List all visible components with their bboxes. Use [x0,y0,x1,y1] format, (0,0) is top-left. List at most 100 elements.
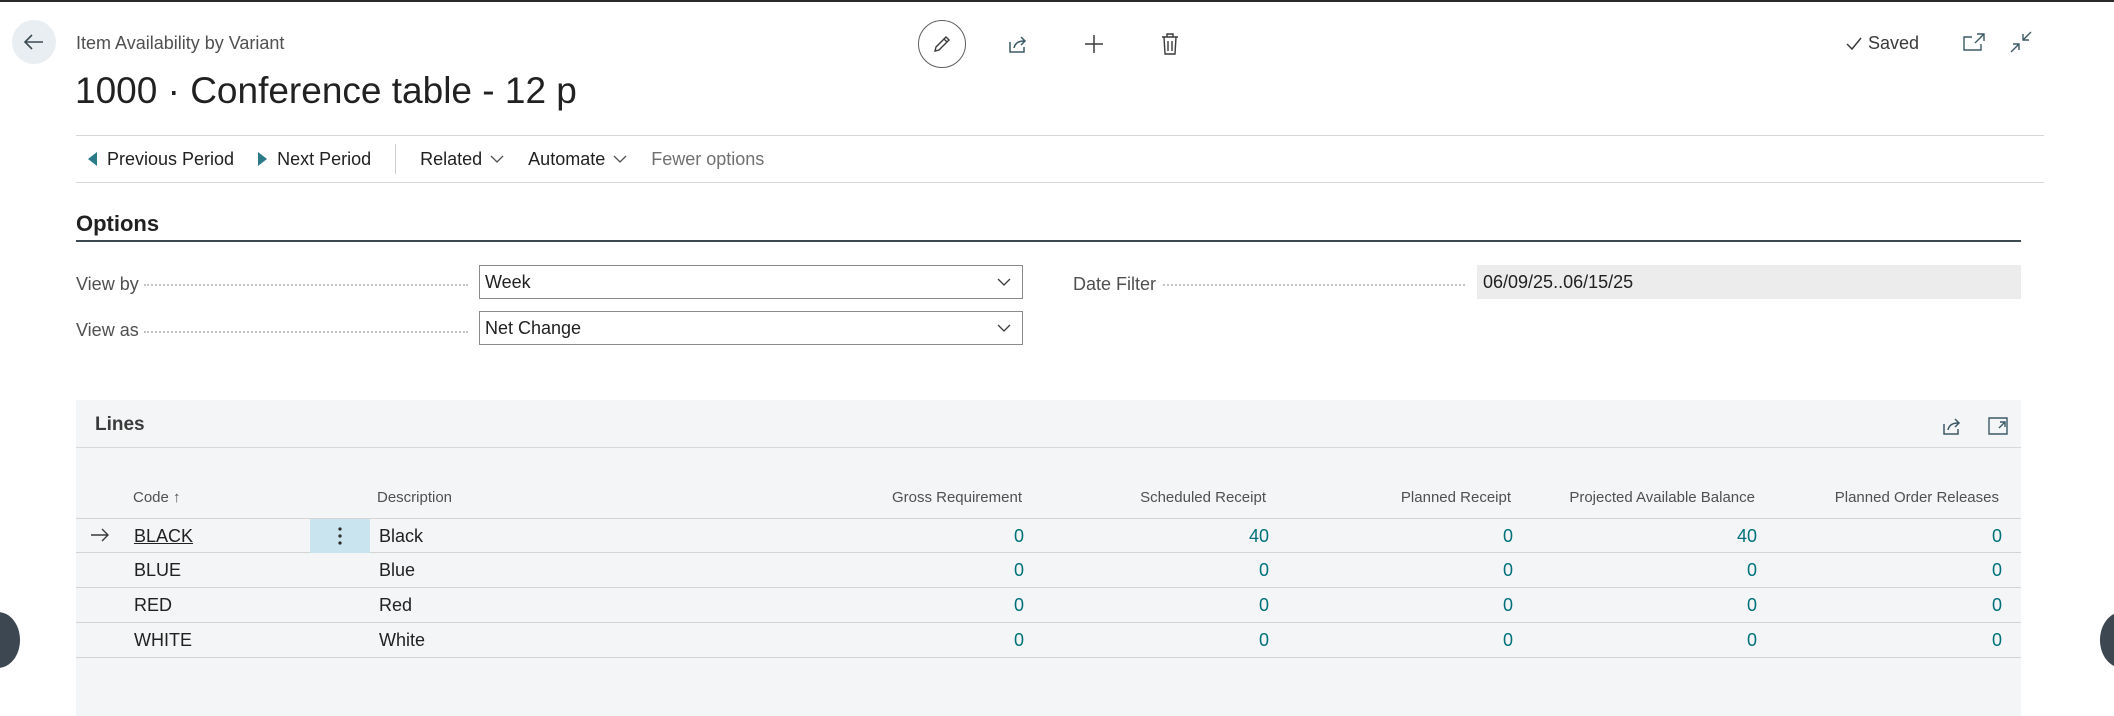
code-cell[interactable]: BLUE [134,560,181,581]
column-header-code-label: Code [133,489,169,506]
automate-menu[interactable]: Automate [516,136,639,182]
row-menu-button[interactable] [310,519,370,553]
action-bar: Previous Period Next Period Related Auto… [76,135,2044,183]
scheduled-receipt-cell[interactable]: 40 [1089,526,1269,547]
open-in-new-window-icon [1963,33,1985,51]
planned-order-releases-cell[interactable]: 0 [1822,595,2002,616]
column-header-description[interactable]: Description [377,489,452,506]
arrow-right-icon [91,528,109,542]
lines-share-button[interactable] [1938,412,1966,440]
description-cell: Black [379,526,424,546]
view-by-select[interactable]: Week [479,265,1023,299]
chevron-down-icon [490,155,504,163]
options-heading: Options [76,211,160,236]
next-period-button[interactable]: Next Period [246,136,383,182]
more-vertical-icon [338,527,342,545]
lines-divider [76,447,2021,448]
description-cell: White [379,630,426,650]
page-title: 1000 · Conference table - 12 p [75,70,577,111]
date-filter-label: Date Filter [1073,274,1157,294]
table-row[interactable]: BLACK Black 0 40 0 40 0 [76,518,2021,553]
options-divider [76,240,2021,242]
previous-period-button[interactable]: Previous Period [76,136,246,182]
view-as-value: Net Change [485,317,582,338]
table-row[interactable]: BLUE Blue 0 0 0 0 0 [76,553,2021,588]
projected-available-balance-cell[interactable]: 40 [1577,526,1757,547]
header-actions [918,20,1222,68]
edit-button[interactable] [918,20,966,68]
planned-receipt-cell[interactable]: 0 [1333,560,1513,581]
date-filter-value: 06/09/25..06/15/25 [1483,271,1634,292]
code-cell[interactable]: BLACK [134,526,193,547]
planned-order-releases-cell[interactable]: 0 [1822,630,2002,651]
code-cell[interactable]: RED [134,595,172,616]
sort-ascending-icon: ↑ [173,489,181,506]
view-by-leader [144,284,468,286]
table-row[interactable]: RED Red 0 0 0 0 0 [76,588,2021,623]
gross-requirement-cell[interactable]: 0 [844,560,1024,581]
planned-receipt-cell[interactable]: 0 [1333,595,1513,616]
chevron-down-icon [997,278,1011,286]
view-as-label: View as [76,320,139,340]
table-row[interactable]: WHITE White 0 0 0 0 0 [76,623,2021,658]
code-cell[interactable]: WHITE [134,630,192,651]
planned-receipt-cell[interactable]: 0 [1333,630,1513,651]
share-button[interactable] [994,20,1042,68]
triangle-left-icon [88,152,97,166]
date-filter-field[interactable]: 06/09/25..06/15/25 [1477,265,2021,299]
view-as-select[interactable]: Net Change [479,311,1023,345]
triangle-right-icon [258,152,268,166]
date-filter-leader [1163,284,1465,286]
previous-period-label: Previous Period [107,148,235,169]
delete-button[interactable] [1146,20,1194,68]
projected-available-balance-cell[interactable]: 0 [1577,560,1757,581]
back-button[interactable] [12,20,56,64]
check-icon [1846,37,1862,50]
description-cell: Blue [379,560,416,580]
description-cell: Red [379,595,413,615]
gross-requirement-cell[interactable]: 0 [844,630,1024,651]
projected-available-balance-cell[interactable]: 0 [1577,630,1757,651]
planned-receipt-cell[interactable]: 0 [1333,526,1513,547]
related-label: Related [420,148,483,169]
expand-icon [1988,417,2008,435]
projected-available-balance-cell[interactable]: 0 [1577,595,1757,616]
gross-requirement-cell[interactable]: 0 [844,526,1024,547]
open-new-window-button[interactable] [1961,29,1987,55]
share-icon [1943,418,1961,435]
automate-label: Automate [528,148,606,169]
next-record-button[interactable] [2100,612,2114,668]
planned-order-releases-cell[interactable]: 0 [1822,526,2002,547]
fewer-options-button[interactable]: Fewer options [639,136,776,182]
view-by-value: Week [485,271,531,292]
lines-part: Lines Code ↑ Description Gross Requireme… [76,400,2021,716]
top-border [0,0,2114,2]
scheduled-receipt-cell[interactable]: 0 [1089,630,1269,651]
plus-icon [1085,35,1103,53]
collapse-icon [2010,31,2032,53]
view-as-leader [144,331,468,333]
new-button[interactable] [1070,20,1118,68]
view-by-label: View by [76,274,139,294]
gross-requirement-cell[interactable]: 0 [844,595,1024,616]
pencil-icon [934,36,950,52]
save-status: Saved [1846,33,1919,54]
scheduled-receipt-cell[interactable]: 0 [1089,595,1269,616]
trash-icon [1162,33,1178,55]
related-menu[interactable]: Related [408,136,516,182]
column-header-planned-order-releases[interactable]: Planned Order Releases [1599,489,1999,506]
planned-order-releases-cell[interactable]: 0 [1822,560,2002,581]
lines-title: Lines [95,414,145,435]
scheduled-receipt-cell[interactable]: 0 [1089,560,1269,581]
lines-expand-button[interactable] [1984,412,2012,440]
column-header-code[interactable]: Code ↑ [133,489,181,506]
share-icon [1009,36,1027,53]
chevron-down-icon [997,324,1011,332]
chevron-down-icon [613,155,627,163]
save-status-label: Saved [1868,33,1920,53]
arrow-left-icon [24,34,43,50]
collapse-button[interactable] [2008,29,2034,55]
previous-record-button[interactable] [0,612,20,668]
next-period-label: Next Period [277,148,372,169]
action-bar-separator [395,144,397,174]
